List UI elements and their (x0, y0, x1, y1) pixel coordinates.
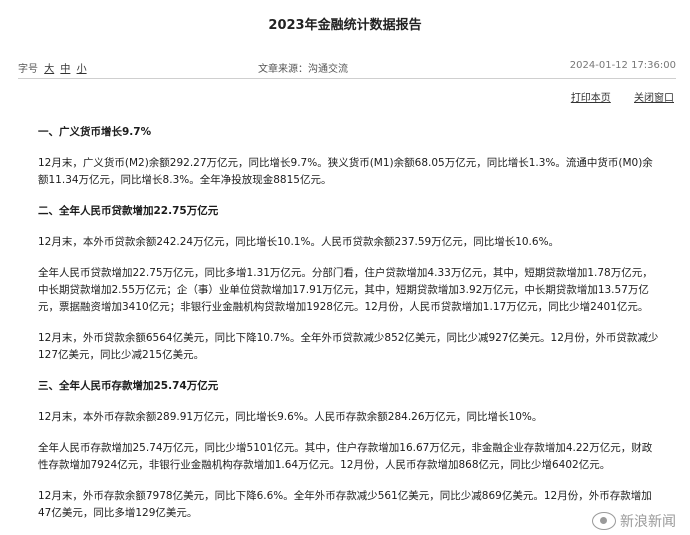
page-title: 2023年金融统计数据报告 (268, 18, 422, 33)
font-size-label: 字号 (18, 64, 38, 75)
close-window-link[interactable]: 关闭窗口 (634, 93, 674, 104)
paragraph: 12月末，外币贷款余额6564亿美元，同比下降10.7%。全年外币贷款减少852… (38, 332, 659, 361)
font-size-selector: 字号 大 中 小 (18, 60, 87, 75)
font-size-large-button[interactable]: 大 (44, 64, 54, 75)
article-body: 一、广义货币增长9.7% 12月末，广义货币(M2)余额292.27万亿元，同比… (38, 124, 662, 522)
section-heading: 二、全年人民币贷款增加22.75万亿元 (38, 205, 219, 217)
font-size-small-button[interactable]: 小 (77, 64, 87, 75)
print-page-link[interactable]: 打印本页 (571, 93, 611, 104)
font-size-medium-button[interactable]: 中 (60, 64, 70, 75)
article-source: 文章来源：沟通交流 (258, 64, 348, 75)
paragraph: 12月末，外币存款余额7978亿美元，同比下降6.6%。全年外币存款减少561亿… (38, 490, 652, 519)
publish-date: 2024-01-12 17:36:00 (569, 60, 676, 71)
paragraph: 12月末，本外币存款余额289.91万亿元，同比增长9.6%。人民币存款余额28… (38, 411, 543, 423)
paragraph: 12月末，广义货币(M2)余额292.27万亿元，同比增长9.7%。狭义货币(M… (38, 157, 653, 186)
paragraph: 全年人民币存款增加25.74万亿元，同比少增5101亿元。其中，住户存款增加16… (38, 442, 653, 471)
article-meta: 字号 大 中 小 文章来源：沟通交流 2024-01-12 17:36:00 (18, 60, 676, 75)
paragraph: 12月末，本外币贷款余额242.24万亿元，同比增长10.1%。人民币贷款余额2… (38, 236, 560, 248)
section-heading: 三、全年人民币存款增加25.74万亿元 (38, 380, 219, 392)
watermark-text: 新浪新闻 (620, 514, 676, 530)
watermark: 新浪新闻 (592, 511, 676, 531)
eye-icon (592, 512, 616, 530)
page-actions: 打印本页 关闭窗口 (551, 89, 674, 104)
section-heading: 一、广义货币增长9.7% (38, 126, 152, 138)
paragraph: 全年人民币贷款增加22.75万亿元，同比多增1.31万亿元。分部门看，住户贷款增… (38, 267, 653, 313)
divider (18, 78, 676, 79)
